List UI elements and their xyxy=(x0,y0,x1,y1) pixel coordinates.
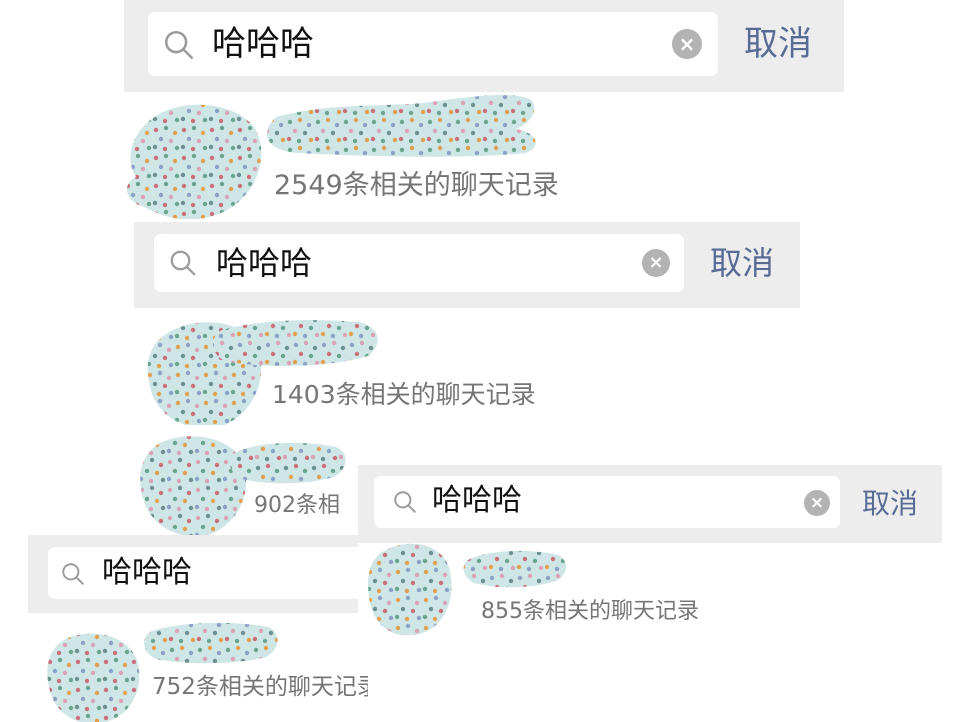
search-bar: 哈哈哈 × 取消 xyxy=(134,222,800,308)
search-icon xyxy=(170,250,196,276)
search-query-text: 哈哈哈 xyxy=(216,244,313,282)
redacted-contact-name xyxy=(212,320,378,366)
result-count: 855条相关的聊天记录 xyxy=(481,599,699,624)
search-icon xyxy=(394,491,416,513)
chat-result-row[interactable]: 2549条相关的聊天记录 xyxy=(124,92,844,222)
redacted-contact-name xyxy=(267,95,536,157)
chat-result-row[interactable]: 902条相 xyxy=(130,425,370,540)
search-bar: 哈哈哈 xyxy=(28,535,368,613)
search-input[interactable]: 哈哈哈 xyxy=(48,547,368,599)
chat-result-row[interactable]: 752条相关的聊天记录 xyxy=(28,613,368,722)
chat-search-panel: 哈哈哈 × 取消 2549条相关的聊天记录 xyxy=(124,0,844,222)
search-input[interactable]: 哈哈哈 × xyxy=(154,234,684,292)
result-count: 1403条相关的聊天记录 xyxy=(272,380,536,409)
result-count: 752条相关的聊天记录 xyxy=(152,674,368,700)
redacted-avatar xyxy=(368,543,452,635)
result-count: 2549条相关的聊天记录 xyxy=(274,170,559,201)
cancel-button[interactable]: 取消 xyxy=(710,244,774,282)
search-input[interactable]: 哈哈哈 × xyxy=(148,12,718,76)
cancel-button[interactable]: 取消 xyxy=(862,487,918,521)
redacted-contact-name xyxy=(144,622,278,664)
redacted-contact-name xyxy=(463,550,567,588)
clear-icon[interactable]: × xyxy=(804,490,830,516)
cancel-button[interactable]: 取消 xyxy=(744,24,812,64)
search-bar: 哈哈哈 × 取消 xyxy=(124,0,844,92)
chat-search-panel: 哈哈哈 752条相关的聊天记录 xyxy=(28,535,368,722)
redacted-avatar xyxy=(127,104,262,219)
search-input[interactable]: 哈哈哈 × xyxy=(374,476,840,528)
chat-result-row[interactable]: 855条相关的聊天记录 xyxy=(358,543,942,635)
chat-search-panel: 哈哈哈 × 取消 1403条相关的聊天记录 xyxy=(134,222,800,442)
chat-result-row[interactable]: 1403条相关的聊天记录 xyxy=(134,308,800,442)
search-icon xyxy=(62,563,84,585)
search-query-text: 哈哈哈 xyxy=(102,555,192,590)
search-query-text: 哈哈哈 xyxy=(212,24,314,64)
search-bar: 哈哈哈 × 取消 xyxy=(358,465,942,543)
redacted-avatar xyxy=(47,633,140,722)
chat-search-panel: 哈哈哈 × 取消 855条相关的聊天记录 xyxy=(358,465,942,635)
chat-search-panel: 902条相 xyxy=(130,425,370,540)
search-icon xyxy=(164,30,194,60)
redacted-contact-name xyxy=(230,442,346,484)
result-count: 902条相 xyxy=(254,493,340,518)
search-query-text: 哈哈哈 xyxy=(432,483,522,518)
clear-icon[interactable]: × xyxy=(672,29,702,59)
clear-icon[interactable]: × xyxy=(642,249,670,277)
